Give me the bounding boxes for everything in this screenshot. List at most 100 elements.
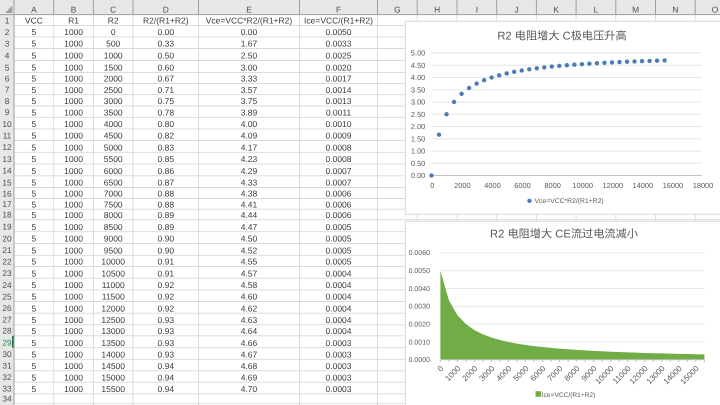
svg-text:F: F xyxy=(336,4,341,14)
svg-text:0.0033: 0.0033 xyxy=(326,39,352,49)
svg-text:0.92: 0.92 xyxy=(158,303,175,313)
svg-text:30: 30 xyxy=(2,349,12,359)
svg-text:1000: 1000 xyxy=(64,74,83,84)
svg-text:1.00: 1.00 xyxy=(411,147,425,156)
svg-text:4.70: 4.70 xyxy=(241,384,258,394)
svg-text:2000: 2000 xyxy=(454,181,470,190)
svg-text:15: 15 xyxy=(2,177,12,187)
svg-text:0.86: 0.86 xyxy=(158,166,175,176)
svg-text:4.52: 4.52 xyxy=(241,245,258,255)
svg-text:0.93: 0.93 xyxy=(158,315,175,325)
svg-text:Ice=VCC/(R1+R2): Ice=VCC/(R1+R2) xyxy=(304,16,373,26)
svg-text:4500: 4500 xyxy=(104,131,123,141)
svg-text:4000: 4000 xyxy=(484,181,500,190)
svg-text:1000: 1000 xyxy=(64,326,83,336)
svg-text:6: 6 xyxy=(5,73,10,83)
svg-text:H: H xyxy=(434,4,440,14)
svg-text:5: 5 xyxy=(32,27,37,37)
svg-text:1000: 1000 xyxy=(64,51,83,61)
svg-text:23: 23 xyxy=(2,268,12,278)
svg-text:0.00: 0.00 xyxy=(241,27,258,37)
svg-text:32: 32 xyxy=(2,372,12,382)
svg-text:3.00: 3.00 xyxy=(411,98,425,107)
svg-text:0.0004: 0.0004 xyxy=(326,268,352,278)
svg-text:0.0009: 0.0009 xyxy=(326,131,352,141)
svg-text:1000: 1000 xyxy=(64,119,83,129)
svg-text:K: K xyxy=(553,4,559,14)
svg-text:10: 10 xyxy=(2,119,12,129)
svg-text:0.89: 0.89 xyxy=(158,210,175,220)
svg-text:12000: 12000 xyxy=(603,181,624,190)
svg-text:D: D xyxy=(163,4,169,14)
svg-text:0.00: 0.00 xyxy=(411,171,425,180)
svg-text:14500: 14500 xyxy=(101,361,125,371)
svg-text:0.0004: 0.0004 xyxy=(326,303,352,313)
svg-text:5: 5 xyxy=(32,85,37,95)
svg-text:5: 5 xyxy=(32,222,37,232)
svg-text:0.0020: 0.0020 xyxy=(409,322,431,329)
svg-text:5: 5 xyxy=(32,51,37,61)
svg-text:6000: 6000 xyxy=(514,181,530,190)
svg-text:0.89: 0.89 xyxy=(158,222,175,232)
svg-text:4.00: 4.00 xyxy=(411,73,425,82)
svg-text:0.83: 0.83 xyxy=(158,142,175,152)
svg-text:28: 28 xyxy=(2,326,12,336)
svg-text:0.0008: 0.0008 xyxy=(326,154,352,164)
svg-text:1000: 1000 xyxy=(64,338,83,348)
svg-text:4.67: 4.67 xyxy=(241,349,258,359)
svg-text:Vce=VCC*R2/(R1+R2): Vce=VCC*R2/(R1+R2) xyxy=(535,198,604,205)
svg-text:5: 5 xyxy=(32,315,37,325)
svg-text:1000: 1000 xyxy=(64,154,83,164)
svg-text:5: 5 xyxy=(32,268,37,278)
svg-text:18: 18 xyxy=(2,210,12,220)
svg-text:1500: 1500 xyxy=(104,63,123,73)
svg-text:1000: 1000 xyxy=(64,178,83,188)
svg-text:15000: 15000 xyxy=(101,372,125,382)
svg-text:4.68: 4.68 xyxy=(241,361,258,371)
svg-text:5: 5 xyxy=(32,303,37,313)
svg-text:3.00: 3.00 xyxy=(241,63,258,73)
svg-text:4.58: 4.58 xyxy=(241,280,258,290)
svg-text:0.91: 0.91 xyxy=(158,268,175,278)
svg-text:0.71: 0.71 xyxy=(158,85,175,95)
svg-text:M: M xyxy=(632,4,639,14)
svg-text:1000: 1000 xyxy=(64,372,83,382)
svg-text:1000: 1000 xyxy=(64,268,83,278)
svg-text:4.64: 4.64 xyxy=(241,326,258,336)
svg-text:5: 5 xyxy=(32,74,37,84)
svg-text:0.0005: 0.0005 xyxy=(326,257,352,267)
svg-text:0.80: 0.80 xyxy=(158,119,175,129)
svg-text:0.67: 0.67 xyxy=(158,74,175,84)
svg-text:0.87: 0.87 xyxy=(158,178,175,188)
svg-text:12: 12 xyxy=(2,142,12,152)
svg-text:4.55: 4.55 xyxy=(241,257,258,267)
svg-text:5: 5 xyxy=(32,292,37,302)
svg-text:0.0006: 0.0006 xyxy=(326,199,352,209)
svg-text:0.92: 0.92 xyxy=(158,280,175,290)
svg-text:3000: 3000 xyxy=(104,96,123,106)
svg-text:R1: R1 xyxy=(68,16,79,26)
svg-text:5: 5 xyxy=(32,349,37,359)
svg-text:1000: 1000 xyxy=(64,222,83,232)
svg-text:R2 电阻增大 CE流过电流减小: R2 电阻增大 CE流过电流减小 xyxy=(490,228,638,241)
svg-text:4.69: 4.69 xyxy=(241,372,258,382)
svg-text:1000: 1000 xyxy=(64,210,83,220)
svg-text:0.0020: 0.0020 xyxy=(326,63,352,73)
svg-text:0.94: 0.94 xyxy=(158,384,175,394)
svg-text:1000: 1000 xyxy=(64,199,83,209)
svg-text:R2 电阻增大 C极电压升高: R2 电阻增大 C极电压升高 xyxy=(497,30,626,43)
svg-text:5500: 5500 xyxy=(104,154,123,164)
svg-text:0.0017: 0.0017 xyxy=(326,74,352,84)
svg-text:5: 5 xyxy=(32,178,37,188)
svg-text:3: 3 xyxy=(5,38,10,48)
svg-text:34: 34 xyxy=(2,394,12,404)
svg-text:4.41: 4.41 xyxy=(241,199,258,209)
svg-text:1.50: 1.50 xyxy=(411,134,425,143)
svg-text:0.0011: 0.0011 xyxy=(326,107,352,117)
svg-text:0.0005: 0.0005 xyxy=(326,234,352,244)
svg-text:18000: 18000 xyxy=(693,181,714,190)
svg-text:0.0010: 0.0010 xyxy=(409,339,431,346)
svg-text:0.0008: 0.0008 xyxy=(326,142,352,152)
svg-text:5: 5 xyxy=(32,119,37,129)
svg-text:0.90: 0.90 xyxy=(158,234,175,244)
